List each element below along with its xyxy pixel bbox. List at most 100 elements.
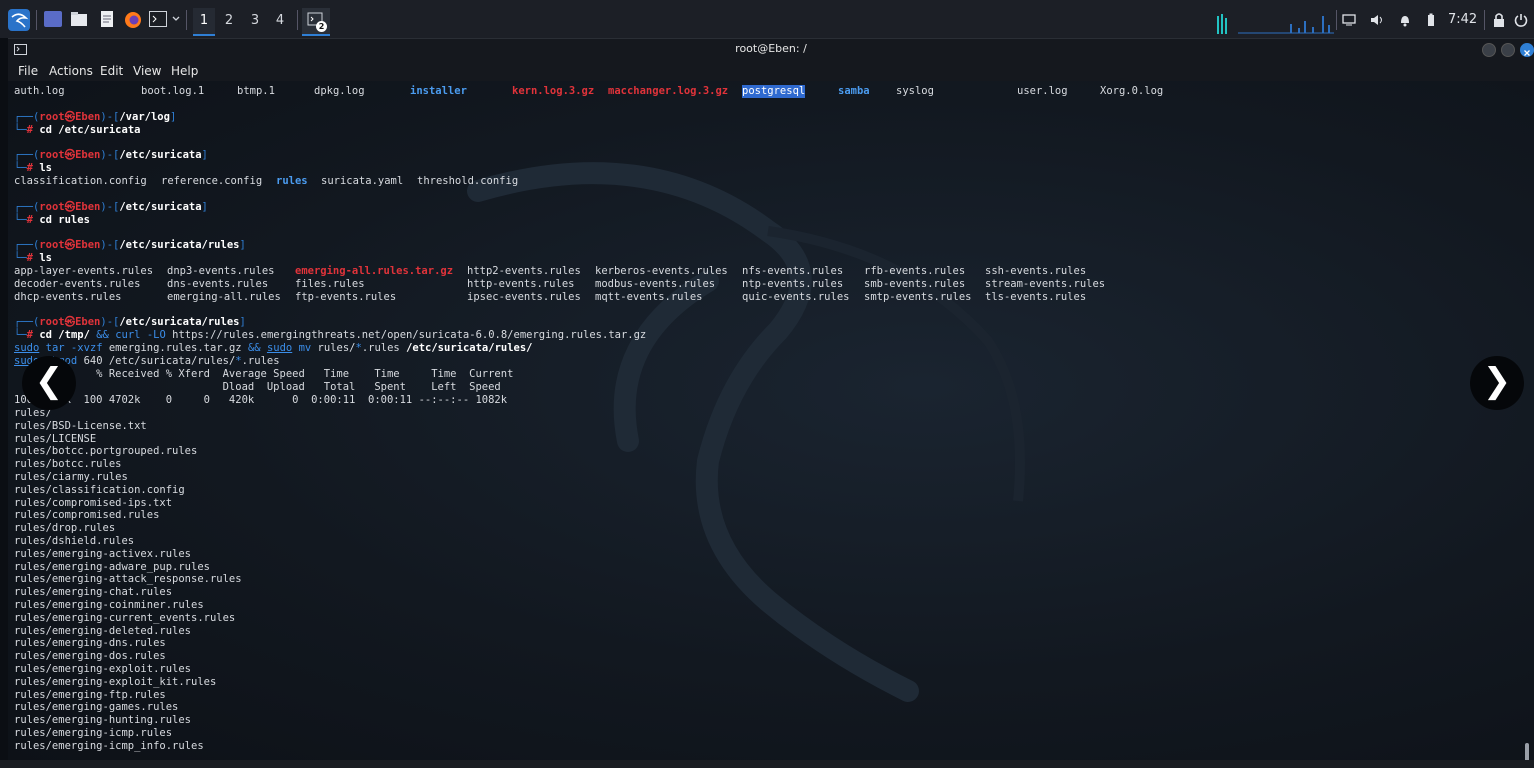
ls-file: boot.log.1 [141,85,205,97]
ls-file: files.rules [295,278,365,290]
output-line: rules/emerging-ftp.rules [14,688,166,701]
terminal-count-badge: 2 [316,21,327,32]
output-line: rules/emerging-activex.rules [14,547,192,560]
command: └─# ls [14,252,52,264]
ls-file: syslog [896,85,934,97]
power-icon[interactable] [1514,13,1528,27]
ls-file: emerging-all.rules [167,291,281,303]
menu-view[interactable]: View [133,64,161,78]
output-line: rules/emerging-current_events.rules [14,611,236,624]
output-line: rules/BSD-License.txt [14,419,147,432]
terminal-icon[interactable] [149,11,167,27]
next-arrow-button[interactable]: ❯ [1470,356,1524,410]
taskbar-separator [1336,10,1337,30]
desktop-icon[interactable] [44,11,62,27]
output-line: rules/emerging-hunting.rules [14,714,192,727]
ls-directory: rules [276,175,308,187]
output-line: rules/emerging-icmp_info.rules [14,739,204,752]
ls-file: kerberos-events.rules [595,265,728,277]
workspace-2[interactable]: 2 [218,8,240,34]
ls-directory: installer [410,85,467,97]
ls-file: suricata.yaml [321,175,404,187]
close-button[interactable] [1520,43,1534,57]
ls-file: ntp-events.rules [742,278,844,290]
output-line: rules/emerging-adware_pup.rules [14,560,210,573]
network-graph [1238,16,1334,34]
title-bar[interactable]: root@Eben: / [8,39,1534,61]
maximize-button[interactable] [1501,43,1515,57]
taskbar-separator [36,10,37,30]
file-manager-icon[interactable] [70,11,88,27]
ls-file: dpkg.log [314,85,365,97]
ls-directory-selected: postgresql [742,85,806,98]
ls-file: app-layer-events.rules [14,265,154,277]
lock-icon[interactable] [1492,12,1506,28]
command: └─# cd rules [14,214,90,226]
output-line: rules/emerging-attack_response.rules [14,573,242,586]
ls-file: reference.config [161,175,263,187]
workspace-4[interactable]: 4 [269,8,291,34]
output-line: rules/emerging-dos.rules [14,650,166,663]
command-tar: sudo tar -xvzf emerging.rules.tar.gz && … [14,342,533,354]
ls-file: tls-events.rules [985,291,1087,303]
ls-file: Xorg.0.log [1100,85,1164,97]
firefox-icon[interactable] [124,11,142,28]
ls-file: nfs-events.rules [742,265,844,277]
menu-actions[interactable]: Actions [49,64,93,78]
kali-menu-icon[interactable] [8,9,30,31]
output-line: rules/emerging-chat.rules [14,586,173,599]
command: └─# cd /etc/suricata [14,124,141,136]
ls-file: dns-events.rules [167,278,269,290]
clock[interactable]: 7:42 [1448,12,1477,27]
output-line: rules/emerging-games.rules [14,701,179,714]
output-line: rules/emerging-coinminer.rules [14,599,204,611]
window-title: root@Eben: / [735,42,807,55]
output-line: rules/botcc.portgrouped.rules [14,445,198,458]
previous-arrow-button[interactable]: ❮ [22,356,76,410]
curl-progress: 100 4702k 100 4702k 0 0 420k 0 0:00:11 0… [14,394,508,406]
display-icon[interactable] [1342,14,1356,26]
menu-help[interactable]: Help [171,64,198,78]
ls-archive: macchanger.log.3.gz [608,85,729,97]
ls-file: dhcp-events.rules [14,291,122,303]
menu-edit[interactable]: Edit [100,64,123,78]
taskbar: 1 2 3 4 2 7:42 [0,0,1534,38]
ls-file: classification.config [14,175,147,187]
output-line: rules/classification.config [14,483,185,496]
output-line: rules/emerging-dns.rules [14,637,166,650]
menu-file[interactable]: File [18,64,38,78]
ls-file: http2-events.rules [467,265,581,277]
prompt: ┌──(root㉿Eben)-[/etc/suricata] [14,201,208,213]
close-icon [1524,50,1530,56]
bell-icon[interactable] [1398,13,1412,27]
output-line: rules/botcc.rules [14,458,122,471]
ls-file: ipsec-events.rules [467,291,581,303]
ls-file: stream-events.rules [985,278,1106,290]
ls-file: modbus-events.rules [595,278,716,290]
minimize-button[interactable] [1482,43,1496,57]
text-editor-icon[interactable] [98,11,116,27]
prompt: ┌──(root㉿Eben)-[/etc/suricata/rules] [14,239,246,251]
terminal-output[interactable]: auth.log boot.log.1 btmp.1 dpkg.log inst… [8,81,1534,761]
output-line: rules/drop.rules [14,522,116,535]
curl-header: % Total % Received % Xferd Average Speed… [14,368,514,380]
output-line: rules/ciarmy.rules [14,471,128,483]
battery-icon [1428,13,1434,26]
ls-file: mqtt-events.rules [595,291,703,303]
ls-file: user.log [1017,85,1068,97]
terminal-window-button[interactable]: 2 [302,8,330,36]
ls-file: rfb-events.rules [864,265,966,277]
scrollbar-thumb[interactable] [1525,743,1529,761]
ls-file: http-events.rules [467,278,575,290]
output-line: rules/compromised-ips.txt [14,496,173,509]
ls-file: smtp-events.rules [864,291,972,303]
workspace-1[interactable]: 1 [193,8,215,36]
ls-file: quic-events.rules [742,291,850,303]
volume-icon[interactable] [1370,14,1384,26]
ls-file: auth.log [14,85,65,97]
output-line: rules/emerging-exploit.rules [14,663,192,675]
ls-archive: kern.log.3.gz [512,85,595,97]
workspace-3[interactable]: 3 [244,8,266,34]
chevron-down-icon[interactable] [171,11,181,27]
ls-archive: emerging-all.rules.tar.gz [295,265,454,277]
